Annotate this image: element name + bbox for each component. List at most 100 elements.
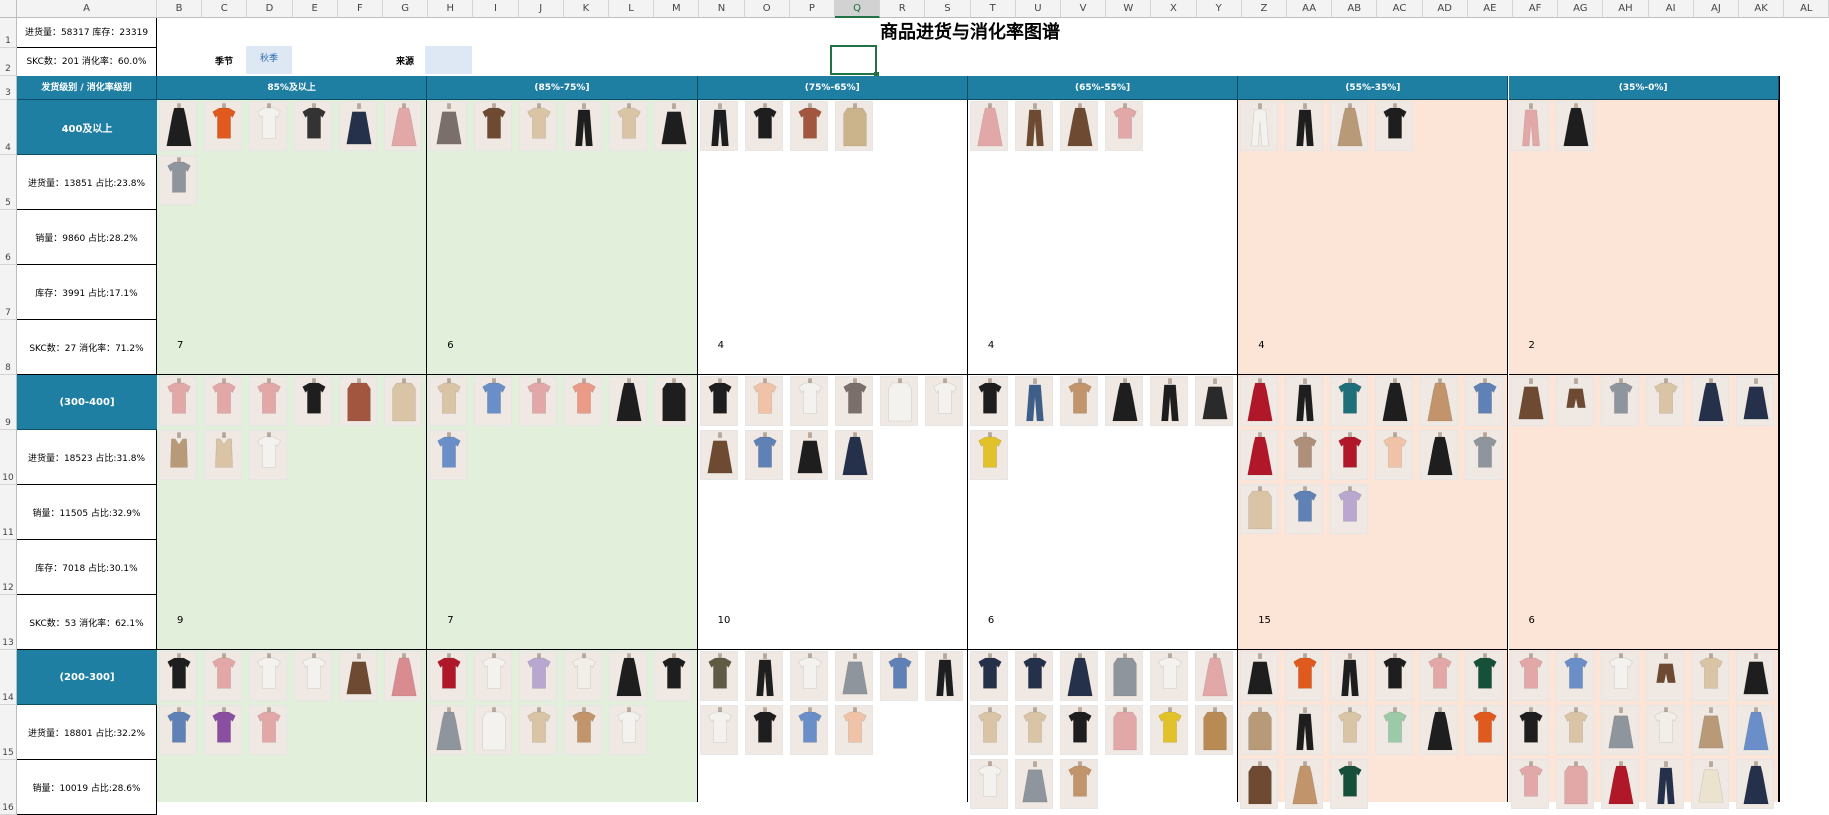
- row-header[interactable]: 11: [0, 485, 17, 540]
- white-top-icon[interactable]: [249, 651, 287, 701]
- brown-shorts-icon[interactable]: [1645, 651, 1684, 701]
- white-sweater-icon[interactable]: [789, 376, 828, 426]
- pink-jacket-icon[interactable]: [249, 705, 287, 755]
- beige-jacket-icon[interactable]: [1014, 705, 1053, 755]
- column-header[interactable]: J: [518, 0, 564, 18]
- white-shirt-icon[interactable]: [474, 651, 513, 701]
- black-pants-icon[interactable]: [924, 651, 963, 701]
- pink-dress-icon[interactable]: [1194, 651, 1233, 701]
- black-skirt-icon[interactable]: [654, 101, 693, 151]
- blue-top-icon[interactable]: [429, 430, 468, 480]
- navy-sweater-icon[interactable]: [969, 651, 1008, 701]
- column-header[interactable]: W: [1106, 0, 1152, 18]
- column-header[interactable]: H: [428, 0, 474, 18]
- black-jacket-icon[interactable]: [1375, 651, 1414, 701]
- tulle-skirt-icon[interactable]: [1194, 376, 1233, 426]
- white-coat-icon[interactable]: [474, 705, 513, 755]
- column-header[interactable]: S: [925, 0, 971, 18]
- column-header[interactable]: AB: [1332, 0, 1378, 18]
- brown-skirt-icon[interactable]: [1510, 376, 1549, 426]
- orange-sweater-icon[interactable]: [1465, 705, 1504, 755]
- white-cardigan-icon[interactable]: [249, 101, 287, 151]
- column-header[interactable]: AK: [1739, 0, 1785, 18]
- salmon-sweater-icon[interactable]: [564, 376, 603, 426]
- column-header[interactable]: AF: [1513, 0, 1559, 18]
- print-dress-icon[interactable]: [1420, 376, 1459, 426]
- black-skirt-icon[interactable]: [1240, 651, 1279, 701]
- purple-sweater-icon[interactable]: [204, 705, 242, 755]
- white-shirt-icon[interactable]: [294, 651, 332, 701]
- black-pants-icon[interactable]: [699, 101, 738, 151]
- rust-jacket-icon[interactable]: [789, 101, 828, 151]
- brown-skirt-icon[interactable]: [339, 651, 377, 701]
- brown-cardigan-icon[interactable]: [474, 101, 513, 151]
- tan-coat-icon[interactable]: [1240, 705, 1279, 755]
- black-dress-icon[interactable]: [1420, 430, 1459, 480]
- column-header[interactable]: AG: [1558, 0, 1604, 18]
- black-jacket-icon[interactable]: [654, 651, 693, 701]
- red-dress-icon[interactable]: [1240, 430, 1279, 480]
- row-header[interactable]: 2: [0, 48, 17, 76]
- black-pants-icon[interactable]: [1285, 376, 1324, 426]
- black-pants-icon[interactable]: [1330, 651, 1369, 701]
- orange-top-icon[interactable]: [204, 101, 242, 151]
- flare-jeans-icon[interactable]: [1014, 376, 1053, 426]
- column-header[interactable]: O: [744, 0, 790, 18]
- column-header[interactable]: B: [157, 0, 203, 18]
- row-header[interactable]: 14: [0, 650, 17, 705]
- row-header[interactable]: 9: [0, 375, 17, 430]
- column-header[interactable]: P: [789, 0, 835, 18]
- beige-jacket-icon[interactable]: [969, 705, 1008, 755]
- black-pants-icon[interactable]: [1149, 376, 1188, 426]
- black-skirt-icon[interactable]: [789, 430, 828, 480]
- jeans-icon[interactable]: [1285, 484, 1324, 534]
- column-header[interactable]: AC: [1377, 0, 1423, 18]
- column-header[interactable]: L: [609, 0, 655, 18]
- gray-dress-icon[interactable]: [429, 705, 468, 755]
- gray-skirt-icon[interactable]: [834, 651, 873, 701]
- peach-top-icon[interactable]: [834, 705, 873, 755]
- column-header[interactable]: E: [292, 0, 338, 18]
- lilac-top-icon[interactable]: [1330, 484, 1369, 534]
- pink-top-icon[interactable]: [519, 376, 558, 426]
- row-header[interactable]: 4: [0, 100, 17, 155]
- column-header[interactable]: N: [699, 0, 745, 18]
- yellow-sweater-icon[interactable]: [1149, 705, 1188, 755]
- peach-top-icon[interactable]: [1375, 430, 1414, 480]
- jeans-icon[interactable]: [159, 705, 197, 755]
- white-sweater-icon[interactable]: [1149, 651, 1188, 701]
- yellow-sweater-icon[interactable]: [969, 430, 1008, 480]
- black-skirt-icon[interactable]: [1735, 651, 1774, 701]
- column-header[interactable]: R: [880, 0, 926, 18]
- green-sweater-icon[interactable]: [1465, 651, 1504, 701]
- beige-cardigan-icon[interactable]: [609, 101, 648, 151]
- beige-sweater-icon[interactable]: [1645, 376, 1684, 426]
- gray-sweater-icon[interactable]: [1600, 376, 1639, 426]
- column-header[interactable]: AH: [1603, 0, 1649, 18]
- column-header[interactable]: X: [1151, 0, 1197, 18]
- black-dress-icon[interactable]: [1104, 376, 1143, 426]
- plaid-skirt-icon[interactable]: [429, 101, 468, 151]
- column-header[interactable]: A: [17, 0, 157, 18]
- pink-dress-icon[interactable]: [969, 101, 1008, 151]
- trench-coat-icon[interactable]: [834, 101, 873, 151]
- black-pants-icon[interactable]: [1285, 101, 1324, 151]
- navy-dress-icon[interactable]: [1059, 651, 1098, 701]
- pink-jacket-icon[interactable]: [204, 376, 242, 426]
- white-blouse-icon[interactable]: [609, 705, 648, 755]
- teal-sweater-icon[interactable]: [1330, 376, 1369, 426]
- white-top-icon[interactable]: [789, 651, 828, 701]
- lilac-top-icon[interactable]: [519, 651, 558, 701]
- camel-coat-icon[interactable]: [1194, 705, 1233, 755]
- row-header[interactable]: 12: [0, 540, 17, 595]
- brown-dress-icon[interactable]: [1059, 101, 1098, 151]
- black-top-icon[interactable]: [1375, 101, 1414, 151]
- beige-coat-icon[interactable]: [1240, 484, 1279, 534]
- white-blouse-icon[interactable]: [924, 376, 963, 426]
- source-value[interactable]: [425, 46, 472, 74]
- row-header[interactable]: 6: [0, 210, 17, 265]
- pink-sweater-icon[interactable]: [159, 376, 197, 426]
- black-coat-icon[interactable]: [654, 376, 693, 426]
- pink-top-icon[interactable]: [1104, 101, 1143, 151]
- black-cardigan-icon[interactable]: [744, 705, 783, 755]
